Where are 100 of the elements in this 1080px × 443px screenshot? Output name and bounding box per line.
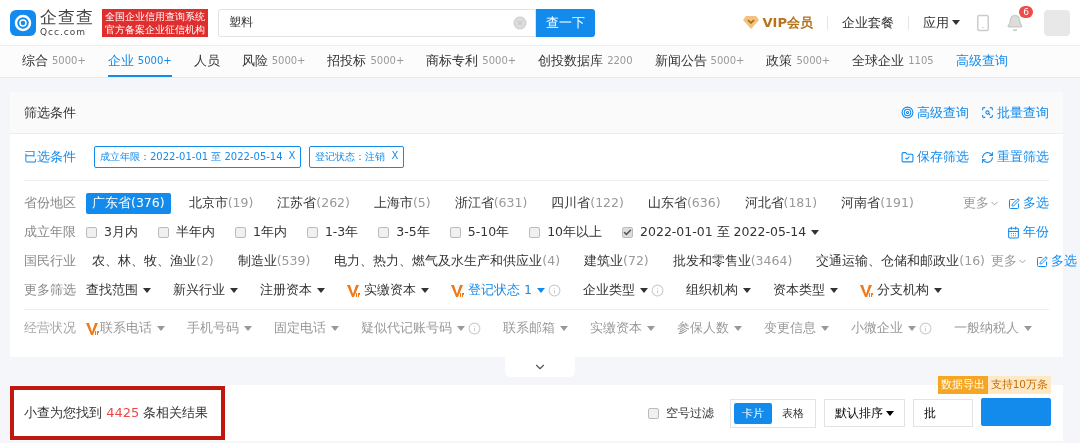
search-tab[interactable]: 政策 5000+ — [766, 46, 831, 77]
vip-link[interactable]: VIP会员 — [742, 13, 813, 32]
search-tab[interactable]: 商标专利 5000+ — [426, 46, 517, 77]
checkbox-label[interactable]: 2022-01-01 至 2022-05-14 — [640, 224, 820, 241]
checkbox-label[interactable]: 1年内 — [252, 224, 287, 241]
filter-option[interactable]: 北京市(19) — [182, 193, 260, 214]
app-menu[interactable]: 应用 — [923, 13, 960, 32]
logo-domain: Qcc.com — [40, 27, 88, 37]
checkbox-label: 空号过滤 — [666, 404, 714, 422]
filter-option[interactable]: 河南省(191) — [835, 193, 920, 214]
checkbox[interactable] — [648, 407, 659, 419]
checkbox-label[interactable]: 5-10年 — [467, 224, 510, 241]
caret-icon — [421, 288, 429, 293]
filter-option[interactable]: 电力、热力、燃气及水生产和供应业(4) — [328, 251, 567, 272]
caret-icon — [560, 326, 568, 331]
advanced-search-link[interactable]: 高级查询 — [901, 103, 969, 122]
checkbox[interactable] — [378, 227, 390, 238]
result-count-text: 小查为您找到 4425 条相关结果 — [24, 404, 209, 422]
search-tab[interactable]: 全球企业 1105 — [852, 46, 934, 77]
collapse-tab[interactable] — [505, 357, 575, 377]
filter-label: 更多筛选 — [24, 282, 77, 299]
reset-filter-link[interactable]: 重置筛选 — [981, 148, 1049, 166]
search-tab[interactable]: 招投标 5000+ — [327, 46, 405, 77]
filter-label: 省份地区 — [24, 195, 77, 212]
search-tab[interactable]: 企业 5000+ — [107, 46, 172, 77]
filter-dropdown[interactable]: 组织机构 — [685, 282, 751, 299]
advanced-search-link[interactable]: 高级查询 — [955, 46, 1008, 77]
checkbox[interactable] — [449, 227, 461, 238]
checkbox[interactable] — [86, 227, 97, 238]
multi-select-link[interactable]: 多选 — [1036, 253, 1077, 270]
caret-icon — [811, 230, 820, 235]
info-icon[interactable] — [650, 284, 664, 297]
search-tab[interactable]: 人员 — [193, 46, 220, 77]
filter-option[interactable]: 山东省(636) — [641, 193, 727, 214]
filter-dropdown[interactable]: 实缴资本 — [364, 282, 429, 299]
filter-dropdown[interactable]: 查找范围 — [86, 282, 151, 299]
filter-option[interactable]: 上海市(5) — [367, 193, 437, 214]
filter-dropdown[interactable]: 登记状态 1 — [468, 282, 545, 299]
filter-dropdown[interactable]: 注册资本 — [260, 282, 325, 299]
filter-dropdown[interactable]: 分支机构 — [876, 282, 942, 299]
folder-icon — [901, 150, 914, 164]
caret-icon — [639, 288, 648, 293]
checkbox[interactable] — [529, 227, 541, 238]
caret-icon — [457, 326, 465, 331]
checkbox-label[interactable]: 10年以上 — [547, 224, 603, 241]
filter-option[interactable]: 建筑业(72) — [578, 251, 655, 272]
filter-chip[interactable]: 登记状态：注销 X — [309, 146, 405, 168]
sort-dropdown[interactable]: 默认排序 — [824, 399, 905, 427]
filter-option[interactable]: 农、林、牧、渔业(2) — [86, 251, 220, 272]
filter-option[interactable]: 河北省(181) — [738, 193, 824, 214]
diamond-icon — [742, 16, 759, 29]
search-field[interactable]: 塑料 — [218, 8, 536, 37]
filter-option[interactable]: 制造业(539) — [231, 251, 317, 272]
search-tab[interactable]: 创投数据库 2200 — [538, 46, 633, 77]
batch-search-link[interactable]: 批量查询 — [981, 103, 1049, 122]
phone-icon[interactable] — [974, 13, 992, 32]
filter-chip[interactable]: 成立年限：2022-01-01 至 2022-05-14 X — [94, 146, 302, 168]
slogan-banner: 全国企业信用查询系统 官方备案企业征信机构 — [102, 8, 208, 37]
checkbox-label[interactable]: 3月内 — [104, 224, 138, 241]
filter-option[interactable]: 批发和零售业(3464) — [666, 251, 799, 272]
checkbox[interactable] — [157, 227, 169, 238]
filter-option[interactable]: 广东省(376) — [86, 193, 171, 214]
edit-icon — [1008, 197, 1020, 210]
checkbox-label[interactable]: 半年内 — [175, 224, 215, 241]
clear-icon[interactable] — [513, 15, 527, 30]
filter-option[interactable]: 江苏省(262) — [271, 193, 356, 214]
multi-select-link[interactable]: 多选 — [1008, 195, 1049, 212]
caret-icon — [952, 20, 960, 25]
logo-icon — [10, 9, 36, 36]
search-button[interactable]: 查一下 — [536, 8, 595, 37]
filter-dropdown[interactable]: 企业类型 — [582, 282, 648, 299]
filter-dropdown[interactable]: 新兴行业 — [173, 282, 238, 299]
package-link[interactable]: 企业套餐 — [842, 13, 894, 32]
selected-label: 已选条件 — [24, 148, 77, 166]
logo-name: 企查查 — [40, 8, 94, 26]
filter-option[interactable]: 交通运输、仓储和邮政业(16) — [810, 251, 991, 272]
caret-icon — [829, 288, 838, 293]
bell-icon[interactable] — [1006, 13, 1024, 32]
checkbox-label[interactable]: 3-5年 — [396, 224, 430, 241]
checkbox[interactable] — [234, 227, 246, 238]
search-tab[interactable]: 综合 5000+ — [22, 46, 86, 77]
caret-icon — [143, 288, 151, 293]
filter-dropdown[interactable]: 资本类型 — [772, 282, 838, 299]
export-button[interactable] — [981, 398, 1051, 426]
search-tab[interactable]: 新闻公告 5000+ — [654, 46, 745, 77]
search-tab[interactable]: 风险 5000+ — [241, 46, 306, 77]
vip-icon — [451, 284, 465, 297]
info-icon[interactable] — [547, 284, 561, 297]
batch-button[interactable]: 批 — [913, 399, 973, 427]
view-option[interactable]: 卡片 — [734, 402, 772, 424]
checkbox-label[interactable]: 1-3年 — [324, 224, 359, 241]
save-filter-link[interactable]: 保存筛选 — [901, 148, 969, 166]
filter-option[interactable]: 四川省(122) — [545, 193, 630, 214]
filter-label: 成立年限 — [24, 224, 77, 241]
caret-icon — [317, 288, 325, 293]
filter-label: 国民行业 — [24, 253, 77, 270]
filter-option[interactable]: 浙江省(631) — [448, 193, 534, 214]
year-link[interactable]: 年份 — [1007, 224, 1049, 241]
checkbox[interactable] — [306, 227, 318, 238]
checkbox[interactable] — [622, 227, 634, 238]
